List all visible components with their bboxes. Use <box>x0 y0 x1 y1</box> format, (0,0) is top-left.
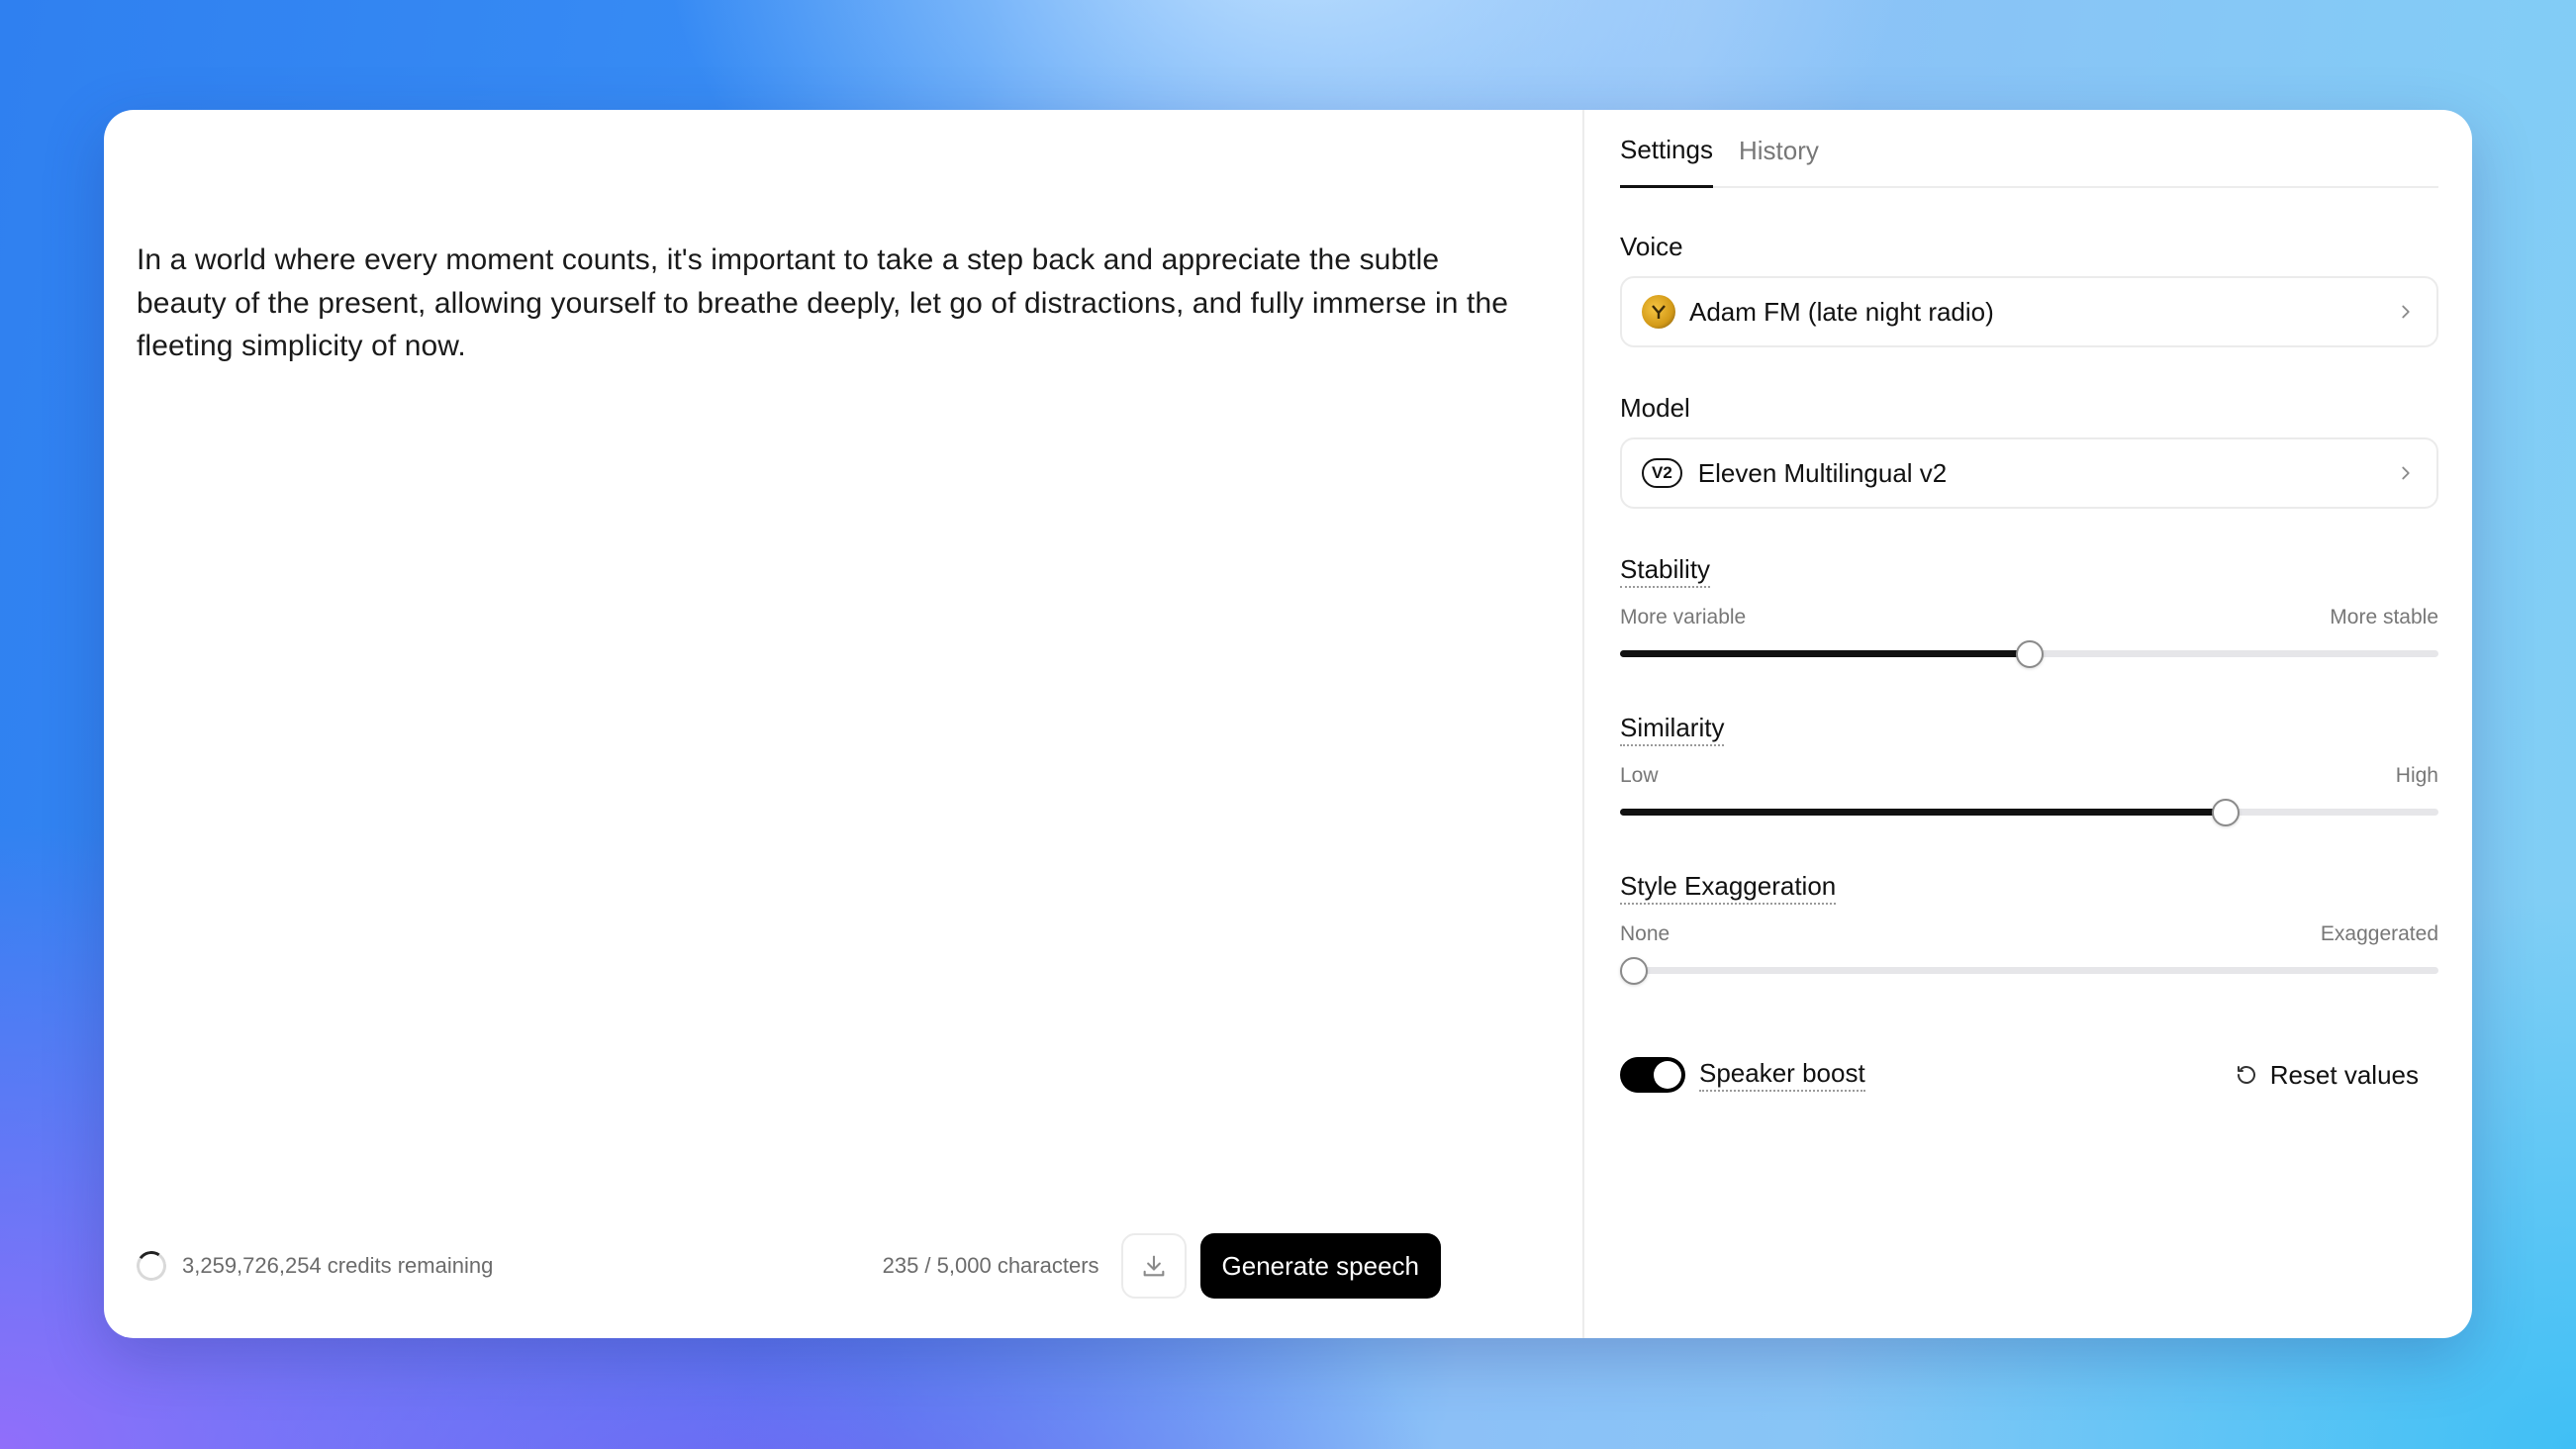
speaker-boost-toggle[interactable] <box>1620 1057 1685 1093</box>
style-exaggeration-range-labels: None Exaggerated <box>1620 922 2438 946</box>
stability-min-label: More variable <box>1620 606 1747 628</box>
credits-progress-icon <box>134 1248 169 1284</box>
tab-settings[interactable]: Settings <box>1620 135 1713 188</box>
panel-tabs: Settings History <box>1620 110 2438 188</box>
similarity-section: Similarity Low High <box>1620 713 2438 826</box>
style-exaggeration-max-label: Exaggerated <box>2320 922 2438 945</box>
avatar-graphic-icon <box>1652 305 1666 319</box>
style-exaggeration-min-label: None <box>1620 922 1670 945</box>
chevron-right-icon <box>2402 305 2410 319</box>
voice-select[interactable]: Adam FM (late night radio) <box>1620 276 2438 347</box>
voice-label: Voice <box>1620 232 1683 261</box>
model-section: Model V2 Eleven Multilingual v2 <box>1620 393 2438 509</box>
credits-remaining: 3,259,726,254 credits remaining <box>182 1253 494 1278</box>
slider-thumb[interactable] <box>1620 957 1648 985</box>
similarity-max-label: High <box>2395 764 2438 787</box>
style-exaggeration-slider[interactable] <box>1620 956 2438 985</box>
reset-icon <box>2237 1066 2255 1084</box>
model-select[interactable]: V2 Eleven Multilingual v2 <box>1620 437 2438 509</box>
slider-track <box>1620 967 2438 974</box>
style-exaggeration-section: Style Exaggeration None Exaggerated <box>1620 871 2438 985</box>
similarity-range-labels: Low High <box>1620 764 2438 788</box>
similarity-label: Similarity <box>1620 713 1725 746</box>
stability-slider[interactable] <box>1620 639 2438 668</box>
reset-values-button[interactable]: Reset values <box>2235 1060 2419 1091</box>
voice-avatar <box>1642 295 1675 329</box>
download-icon <box>1143 1255 1164 1277</box>
stability-max-label: More stable <box>2330 606 2438 628</box>
character-count: 235 / 5,000 characters <box>882 1253 1099 1278</box>
model-version-badge: V2 <box>1642 458 1682 488</box>
panel-actions: Speaker boost Reset values <box>1620 1057 2438 1093</box>
voice-section: Voice Adam FM (late night radio) <box>1620 232 2438 347</box>
slider-fill <box>1620 650 2030 657</box>
slider-fill <box>1620 809 2226 816</box>
stability-label: Stability <box>1620 554 1711 588</box>
editor-text[interactable]: In a world where every moment counts, it… <box>137 239 1522 368</box>
editor-footer: 3,259,726,254 credits remaining 235 / 5,… <box>134 1233 1441 1299</box>
text-editor[interactable]: In a world where every moment counts, it… <box>104 110 1584 1338</box>
style-exaggeration-label: Style Exaggeration <box>1620 871 1837 905</box>
model-value: Eleven Multilingual v2 <box>1697 457 1948 488</box>
stability-section: Stability More variable More stable <box>1620 554 2438 668</box>
slider-thumb[interactable] <box>2015 640 2044 668</box>
speaker-boost-label[interactable]: Speaker boost <box>1699 1058 1865 1092</box>
similarity-slider[interactable] <box>1620 798 2438 826</box>
generate-speech-button[interactable]: Generate speech <box>1199 1233 1441 1299</box>
app-card: In a world where every moment counts, it… <box>104 110 2472 1338</box>
similarity-min-label: Low <box>1620 764 1659 787</box>
tab-history[interactable]: History <box>1739 136 1819 186</box>
voice-value: Adam FM (late night radio) <box>1689 296 1994 327</box>
credits-info: 3,259,726,254 credits remaining <box>134 1248 494 1284</box>
toggle-knob <box>1654 1061 1681 1089</box>
download-button[interactable] <box>1120 1233 1187 1299</box>
chevron-right-icon <box>2402 466 2410 480</box>
slider-thumb[interactable] <box>2211 799 2240 826</box>
reset-values-label: Reset values <box>2269 1059 2419 1090</box>
model-label: Model <box>1620 393 1690 423</box>
settings-panel: Settings History Voice Adam FM (late nig… <box>1584 110 2472 1338</box>
stability-range-labels: More variable More stable <box>1620 606 2438 629</box>
